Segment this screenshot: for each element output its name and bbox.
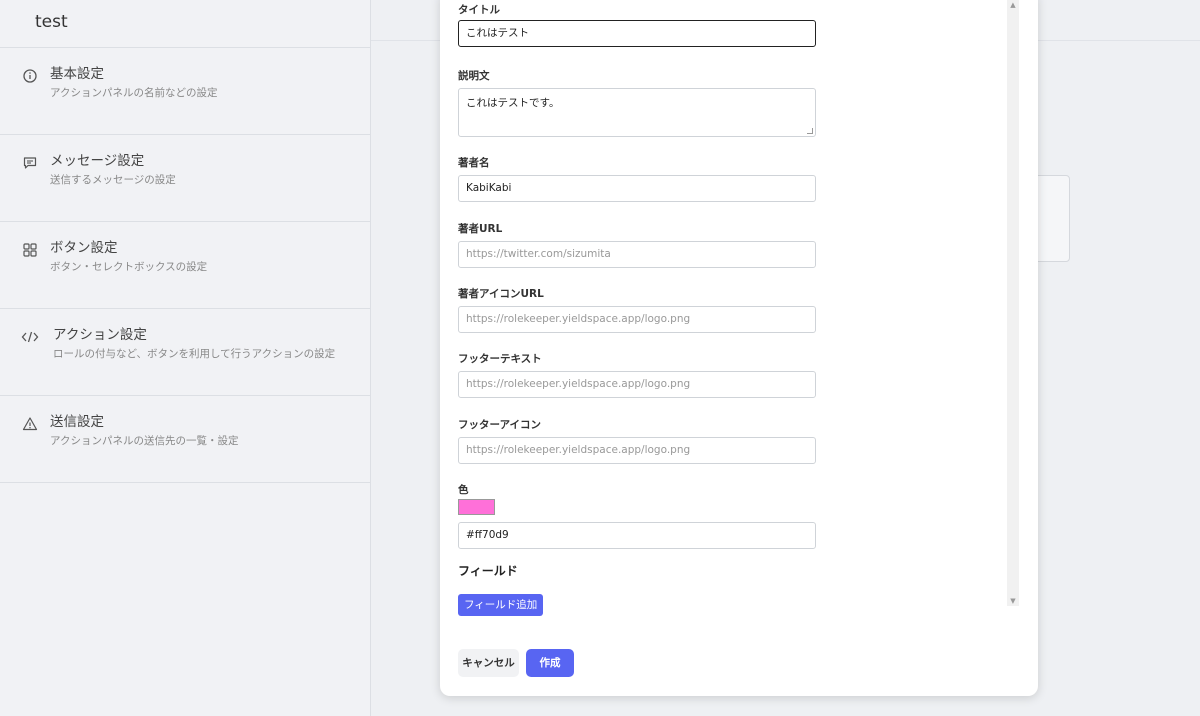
color-picker-swatch[interactable] (458, 499, 495, 515)
warning-icon (22, 417, 38, 431)
sidebar-item-label: メッセージ設定 (50, 153, 145, 169)
resize-handle[interactable] (807, 128, 813, 134)
footer-icon-input[interactable]: https://rolekeeper.yieldspace.app/logo.p… (458, 437, 816, 464)
footer-icon-field: フッターアイコン https://rolekeeper.yieldspace.a… (458, 417, 817, 464)
sidebar-item-desc: ボタン・セレクトボックスの設定 (50, 261, 208, 273)
sidebar-item-button[interactable]: ボタン設定 ボタン・セレクトボックスの設定 (0, 222, 370, 309)
scroll-up-icon[interactable]: ▲ (1007, 0, 1019, 10)
sidebar-item-message[interactable]: メッセージ設定 送信するメッセージの設定 (0, 135, 370, 222)
description-value: これはテストです。 (466, 97, 560, 109)
sidebar-item-label: 送信設定 (50, 414, 104, 430)
sidebar-item-label: アクション設定 (53, 327, 147, 343)
author-name-input[interactable]: KabiKabi (458, 175, 816, 202)
sidebar-item-desc: アクションパネルの名前などの設定 (50, 87, 218, 99)
author-url-field: 著者URL https://twitter.com/sizumita (458, 221, 817, 268)
author-icon-url-input[interactable]: https://rolekeeper.yieldspace.app/logo.p… (458, 306, 816, 333)
description-field: 説明文 これはテストです。 (458, 68, 817, 137)
grid-icon (23, 243, 37, 257)
sidebar-item-send[interactable]: 送信設定 アクションパネルの送信先の一覧・設定 (0, 396, 370, 483)
description-label: 説明文 (458, 70, 490, 82)
author-url-input[interactable]: https://twitter.com/sizumita (458, 241, 816, 268)
color-input[interactable]: #ff70d9 (458, 522, 816, 549)
modal-scrollbar[interactable]: ▲ ▼ (1007, 0, 1019, 606)
embed-editor-modal: タイトル これはテスト 説明文 これはテストです。 著者名 KabiKabi 著… (440, 0, 1038, 696)
cancel-button[interactable]: キャンセル (458, 649, 519, 677)
add-field-button[interactable]: フィールド追加 (458, 594, 544, 616)
info-icon (23, 69, 37, 83)
fields-section-title: フィールド (458, 564, 518, 578)
scroll-down-icon[interactable]: ▼ (1007, 596, 1019, 606)
sidebar-item-label: 基本設定 (50, 66, 104, 82)
author-url-label: 著者URL (458, 223, 503, 235)
title-field: タイトル これはテスト (458, 2, 817, 47)
color-field: 色 #ff70d9 (458, 482, 817, 549)
author-icon-url-field: 著者アイコンURL https://rolekeeper.yieldspace.… (458, 286, 817, 333)
sidebar-item-desc: 送信するメッセージの設定 (50, 174, 176, 186)
app-title: test (0, 0, 370, 48)
title-input[interactable]: これはテスト (458, 20, 816, 47)
footer-text-input[interactable]: https://rolekeeper.yieldspace.app/logo.p… (458, 371, 816, 398)
author-icon-url-label: 著者アイコンURL (458, 288, 544, 300)
sidebar-item-desc: ロールの付与など、ボタンを利用して行うアクションの設定 (53, 348, 336, 360)
footer-text-label: フッターテキスト (458, 353, 542, 365)
sidebar-item-label: ボタン設定 (50, 240, 118, 256)
title-label: タイトル (458, 4, 500, 16)
author-name-field: 著者名 KabiKabi (458, 155, 817, 202)
footer-text-field: フッターテキスト https://rolekeeper.yieldspace.a… (458, 351, 817, 398)
code-icon (21, 331, 39, 343)
description-textarea[interactable]: これはテストです。 (458, 88, 816, 137)
modal-scroll-area[interactable]: タイトル これはテスト 説明文 これはテストです。 著者名 KabiKabi 著… (440, 0, 1020, 616)
sidebar-item-desc: アクションパネルの送信先の一覧・設定 (50, 435, 239, 447)
color-label: 色 (458, 484, 469, 496)
sidebar: test 基本設定 アクションパネルの名前などの設定 メッセージ設定 送信するメ… (0, 0, 371, 716)
message-icon (23, 157, 37, 169)
author-name-label: 著者名 (458, 157, 490, 169)
sidebar-item-action[interactable]: アクション設定 ロールの付与など、ボタンを利用して行うアクションの設定 (0, 309, 370, 396)
footer-icon-label: フッターアイコン (458, 419, 542, 431)
create-button[interactable]: 作成 (526, 649, 574, 677)
sidebar-item-basic[interactable]: 基本設定 アクションパネルの名前などの設定 (0, 48, 370, 135)
